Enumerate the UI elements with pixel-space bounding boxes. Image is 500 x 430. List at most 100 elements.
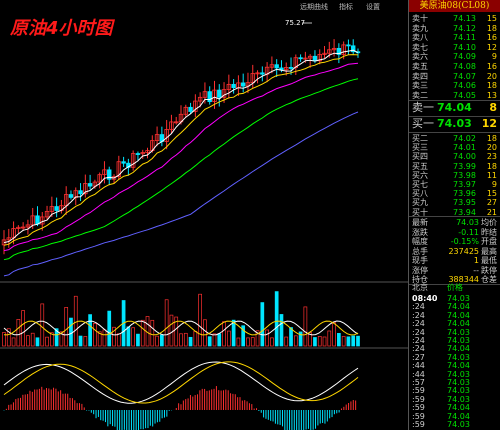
volume-bar [207,336,212,347]
candle-body [135,153,141,155]
volume-bar [140,319,145,347]
ask1-label: 卖一 [412,101,434,114]
candlestick-chart[interactable]: 75.27 [0,0,408,430]
volume-bar [351,335,356,347]
ticks-location: 北京 [412,283,428,292]
volume-bar [93,322,97,347]
ask1-vol: 8 [489,101,497,114]
bid1-label: 买一 [412,117,434,130]
volume-bar [270,337,274,347]
candle-body [78,190,83,195]
volume-bar [21,310,25,347]
volume-bar [246,337,250,347]
tick-time: :59 [412,420,425,429]
candle-body [207,91,212,103]
volume-bar [274,291,279,347]
volume-bar [126,326,131,347]
volume-bar [179,333,183,347]
volume-bar [346,336,351,347]
volume-bar [236,337,241,347]
volume-bar [222,321,226,347]
volume-bar [265,329,269,347]
ticks-price-header: 价格 [447,283,463,292]
volume-bar [164,299,169,347]
ticks-header: 北京 价格 [409,282,500,294]
ask1-row[interactable]: 卖一 74.04 8 [409,100,500,116]
volume-bar [341,336,346,347]
instrument-title: 美原油08(CL08) [409,0,500,12]
settings-link[interactable]: 设置 [366,2,380,12]
volume-bar [16,319,21,347]
chart-title: 原油4小时图 [10,18,113,39]
candle-body [298,57,303,60]
volume-bar [35,337,40,347]
volume-bar [73,295,78,347]
volume-bar [116,333,121,347]
volume-bar [45,336,49,347]
volume-bar [30,332,35,347]
candle-body [346,44,351,47]
volume-bar [337,333,341,347]
volume-bar [313,337,317,347]
candle-body [231,83,236,89]
volume-bar [303,306,308,347]
indicator-link[interactable]: 指标 [339,2,353,12]
macd-line [3,361,359,404]
candle-body [188,106,193,112]
volume-bar [78,335,83,347]
candle-body [54,206,59,211]
volume-bar [193,330,198,347]
candle-body [240,82,246,87]
macd-line [3,361,359,404]
volume-bar [155,335,159,347]
volume-bar [322,336,327,347]
ma-line-blue [3,111,359,277]
volume-bar [11,337,16,347]
volume-bar [293,335,298,347]
candle-body [274,64,279,69]
volume-bar [217,333,222,347]
volume-bar [317,336,322,347]
candle-body [68,194,74,198]
volume-bar [198,293,202,347]
candle-body [260,72,265,75]
volume-bar [160,334,164,347]
volume-bar [131,327,136,347]
volume-bar [250,337,255,347]
forward-curve-link[interactable]: 远期曲线 [300,2,328,12]
volume-bar [26,335,30,347]
volume-bar [289,327,293,347]
candle-body [35,215,40,225]
quote-panel: 美原油08(CL08) 卖十 74.13 15 卖九 74.12 18 卖八 74.11 16 卖… [408,0,500,430]
volume-bar [231,319,236,347]
volume-bar [212,333,217,347]
volume-bar [279,314,284,347]
bid1-price: 74.03 [437,117,472,130]
volume-bar [188,336,193,347]
volume-bar [260,302,265,347]
volume-bar [107,310,112,347]
tick-price: 74.03 [447,420,470,429]
volume-bar [88,314,92,347]
chart-area[interactable]: 75.27 原油4小时图 远期曲线 指标 设置 [0,0,408,430]
volume-bar [327,330,332,347]
volume-bar [64,307,69,347]
volume-bar [356,335,360,347]
volume-bar [332,322,336,347]
candle-body [312,55,318,62]
volume-bar [226,330,231,347]
bid1-row[interactable]: 买一 74.03 12 [409,116,500,132]
candle-body [87,183,93,187]
volume-bar [40,303,45,347]
volume-bar [102,329,107,347]
bid1-vol: 12 [481,117,497,130]
peak-label: 75.27 [285,19,305,27]
volume-bar [203,319,207,347]
candle-body [121,161,126,164]
volume-bar [83,336,88,347]
volume-bar [150,319,155,347]
volume-bar [136,333,140,347]
volume-bar [69,317,73,347]
ma-line-magenta [3,62,359,252]
volume-bar [284,336,289,347]
